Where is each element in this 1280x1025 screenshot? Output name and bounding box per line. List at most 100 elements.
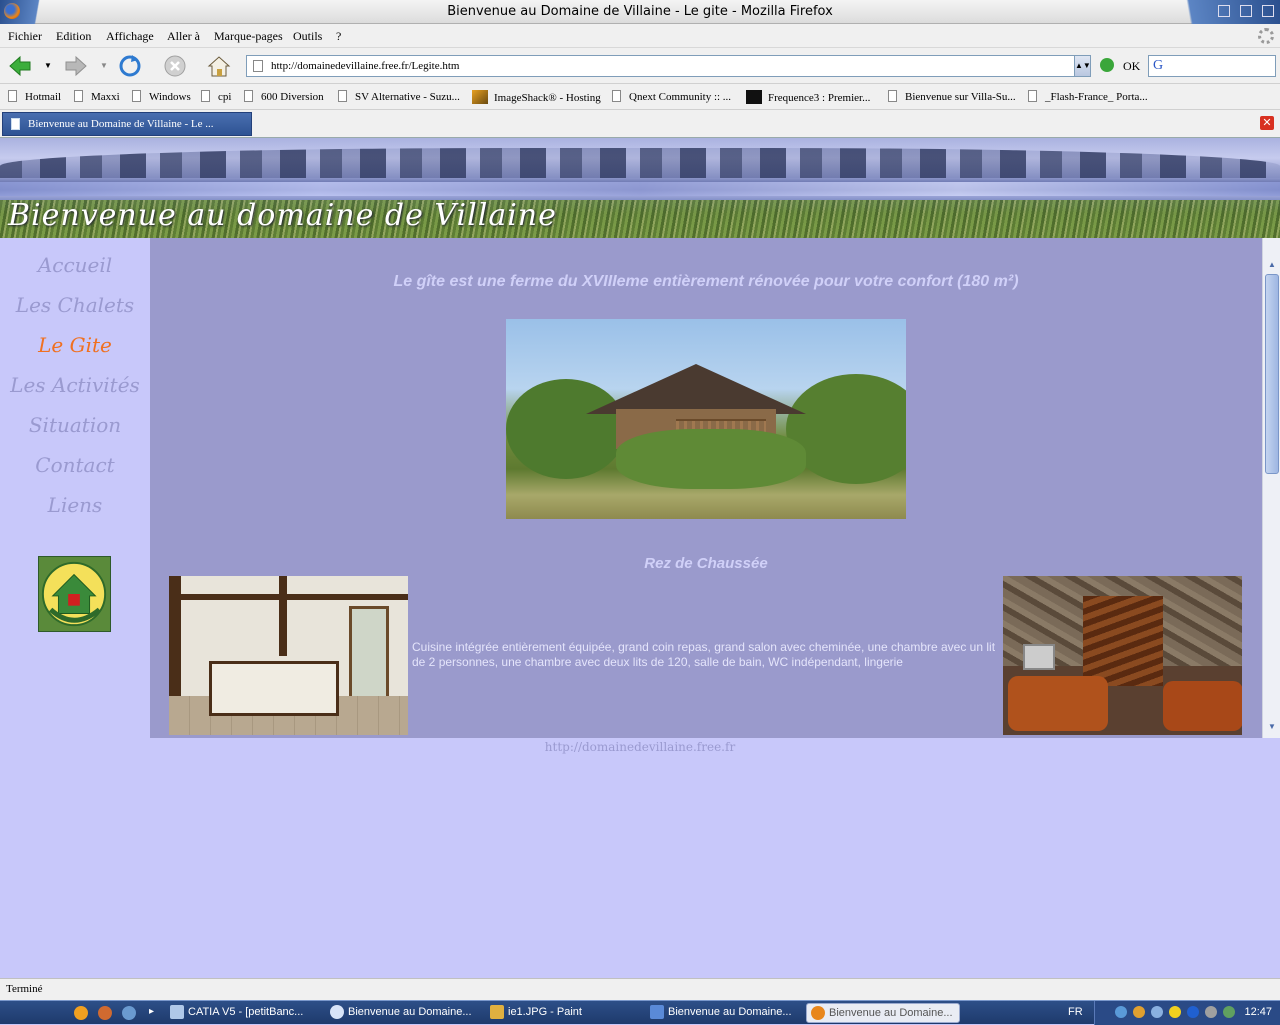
photo-hedge <box>616 429 806 489</box>
quicklaunch-clock-icon[interactable] <box>74 1006 88 1020</box>
nav-contact[interactable]: Contact <box>0 453 150 477</box>
throbber-icon <box>1258 28 1274 44</box>
menu-help[interactable]: ? <box>336 29 341 44</box>
url-input[interactable] <box>271 58 1071 74</box>
google-search-icon[interactable]: G <box>1153 58 1163 74</box>
system-tray: 12:47 <box>1094 1001 1280 1025</box>
network-icon[interactable] <box>1151 1006 1163 1018</box>
bluetooth-icon[interactable] <box>1187 1006 1199 1018</box>
nav-le-gite[interactable]: Le Gite <box>0 333 150 357</box>
room-description: Cuisine intégrée entièrement équipée, gr… <box>412 640 996 669</box>
go-button[interactable]: OK <box>1123 59 1140 74</box>
forward-dropdown-icon[interactable]: ▼ <box>100 61 108 70</box>
farmhouse-photo <box>506 319 906 519</box>
taskbar-item-firefox-active[interactable]: Bienvenue au Domaine... <box>806 1003 960 1023</box>
stop-icon[interactable] <box>163 54 187 78</box>
close-tab-icon[interactable]: ✕ <box>1260 116 1274 130</box>
bookmark-qnext[interactable]: Qnext Community :: ... <box>612 90 731 103</box>
photo-sofa <box>1163 681 1242 731</box>
status-text: Terminé <box>6 983 43 995</box>
status-bar: Terminé <box>0 978 1280 1000</box>
page-icon <box>74 90 83 102</box>
reload-icon[interactable] <box>118 54 142 78</box>
page-icon <box>338 90 347 102</box>
page-icon <box>244 90 253 102</box>
nav-les-chalets[interactable]: Les Chalets <box>0 293 150 317</box>
home-icon[interactable] <box>207 54 231 78</box>
page-icon <box>1028 90 1037 102</box>
menu-edition[interactable]: Edition <box>56 29 91 44</box>
photo-door <box>349 606 389 701</box>
footer-url: http://domainedevillaine.free.fr <box>544 740 736 754</box>
battery-icon[interactable] <box>1223 1006 1235 1018</box>
page-scrollbar[interactable]: ▲ ▼ <box>1262 238 1280 738</box>
catia-icon <box>170 1005 184 1019</box>
nav-liens[interactable]: Liens <box>0 493 150 517</box>
bookmark-windows[interactable]: Windows <box>132 90 191 103</box>
language-indicator[interactable]: FR <box>1068 1006 1083 1018</box>
taskbar-item-browser-1[interactable]: Bienvenue au Domaine... <box>326 1003 480 1023</box>
url-dropdown-icon[interactable]: ▲▼ <box>1074 56 1091 76</box>
menu-marque-pages[interactable]: Marque-pages <box>214 29 283 44</box>
search-box[interactable]: G <box>1148 55 1276 77</box>
window-title: Bienvenue au Domaine de Villaine - Le gi… <box>447 4 833 19</box>
bookmark-cpi[interactable]: cpi <box>201 90 231 103</box>
kitchen-photo <box>169 576 408 735</box>
taskbar-item-paint[interactable]: ie1.JPG - Paint <box>486 1003 640 1023</box>
living-room-photo <box>1003 576 1242 735</box>
go-icon[interactable] <box>1100 58 1114 72</box>
bookmark-hotmail[interactable]: Hotmail <box>8 90 61 103</box>
forward-arrow-icon[interactable] <box>64 54 88 78</box>
photo-beam <box>279 576 287 656</box>
bookmark-imageshack[interactable]: ImageShack® - Hosting <box>472 90 601 104</box>
taskbar: ▸ CATIA V5 - [petitBanc... Bienvenue au … <box>0 1000 1280 1025</box>
messenger-icon[interactable] <box>1115 1006 1127 1018</box>
tab-label: Bienvenue au Domaine de Villaine - Le ..… <box>28 118 214 130</box>
navigation-toolbar: ▼ ▼ ▲▼ OK G <box>0 48 1280 84</box>
bookmark-maxxi[interactable]: Maxxi <box>74 90 120 103</box>
gites-de-france-logo[interactable] <box>38 556 111 632</box>
maximize-button[interactable] <box>1240 5 1252 17</box>
back-dropdown-icon[interactable]: ▼ <box>44 61 52 70</box>
back-arrow-icon[interactable] <box>8 54 32 78</box>
photo-tv <box>1023 644 1055 670</box>
frequence3-icon <box>746 90 762 104</box>
quicklaunch-network-icon[interactable] <box>122 1006 136 1020</box>
security-icon[interactable] <box>1169 1006 1181 1018</box>
pencil-icon[interactable] <box>1133 1006 1145 1018</box>
section-subhead: Rez de Chaussée <box>644 555 768 572</box>
menu-outils[interactable]: Outils <box>293 29 322 44</box>
menu-fichier[interactable]: Fichier <box>8 29 42 44</box>
nav-situation[interactable]: Situation <box>0 413 150 437</box>
ie-icon <box>650 1005 664 1019</box>
scroll-down-icon[interactable]: ▼ <box>1265 720 1279 734</box>
bookmark-flash-france[interactable]: _Flash-France_ Porta... <box>1028 90 1148 103</box>
bookmark-sv-alternative[interactable]: SV Alternative - Suzu... <box>338 90 460 103</box>
page-headline: Le gîte est une ferme du XVIIIeme entièr… <box>393 273 1019 290</box>
page-icon <box>888 90 897 102</box>
menu-affichage[interactable]: Affichage <box>106 29 154 44</box>
bookmarks-toolbar: Hotmail Maxxi Windows cpi 600 Diversion … <box>0 84 1280 110</box>
taskbar-item-browser-2[interactable]: Bienvenue au Domaine... <box>646 1003 800 1023</box>
tab-active[interactable]: Bienvenue au Domaine de Villaine - Le ..… <box>2 112 252 136</box>
bookmark-600-diversion[interactable]: 600 Diversion <box>244 90 324 103</box>
menu-aller-a[interactable]: Aller à <box>167 29 200 44</box>
bookmark-frequence3[interactable]: Frequence3 : Premier... <box>746 90 870 104</box>
settings-icon[interactable] <box>1205 1006 1217 1018</box>
start-apple-icon[interactable] <box>20 1003 42 1023</box>
minimize-button[interactable] <box>1218 5 1230 17</box>
url-bar[interactable]: ▲▼ <box>246 55 1091 77</box>
scroll-up-icon[interactable]: ▲ <box>1265 258 1279 272</box>
scroll-thumb[interactable] <box>1265 274 1279 474</box>
quicklaunch-firefox-icon[interactable] <box>98 1006 112 1020</box>
photo-sofa <box>1008 676 1108 731</box>
bookmark-villa-su[interactable]: Bienvenue sur Villa-Su... <box>888 90 1016 103</box>
menu-bar: Fichier Edition Affichage Aller à Marque… <box>0 24 1280 48</box>
quicklaunch-expand-icon[interactable]: ▸ <box>149 1006 154 1017</box>
page-icon <box>201 90 210 102</box>
photo-counter <box>209 661 339 716</box>
nav-accueil[interactable]: Accueil <box>0 253 150 277</box>
nav-les-activites[interactable]: Les Activités <box>0 373 150 397</box>
taskbar-item-catia[interactable]: CATIA V5 - [petitBanc... <box>166 1003 320 1023</box>
close-window-button[interactable] <box>1262 5 1274 17</box>
